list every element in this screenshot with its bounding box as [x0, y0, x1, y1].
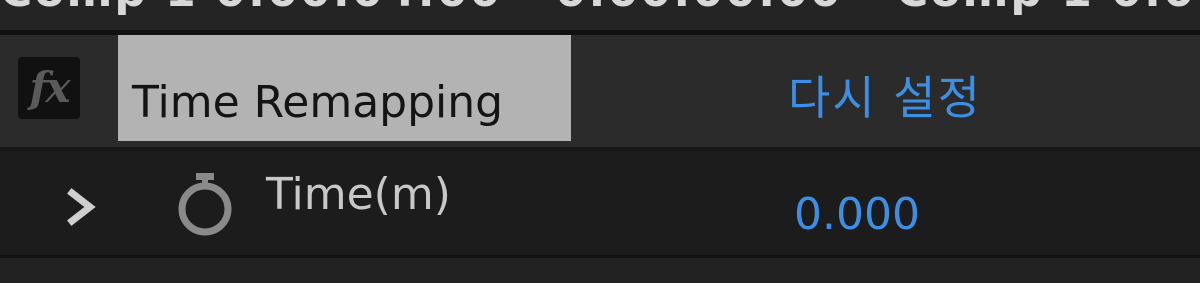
property-name-label: Time(m)	[266, 169, 451, 220]
top-header-strip: Comp 1 0:00:04:00 · 0:00:00:00 · Comp 1 …	[0, 0, 1200, 30]
property-row-time: Time(m) 0.000	[0, 151, 1200, 255]
fx-icon[interactable]: fx	[18, 57, 80, 119]
chevron-right-icon[interactable]	[64, 187, 98, 227]
header-text-cut-off: Comp 1 0:00:04:00 · 0:00:00:00 · Comp 1 …	[0, 0, 1200, 17]
effect-row-time-remapping[interactable]: fx Time Remapping 다시 설정	[0, 35, 1200, 147]
effect-controls-panel: Comp 1 0:00:04:00 · 0:00:00:00 · Comp 1 …	[0, 0, 1200, 283]
fx-icon-glyph: fx	[29, 63, 70, 112]
effect-name-label[interactable]: Time Remapping	[118, 35, 571, 141]
stopwatch-icon[interactable]	[172, 171, 238, 237]
empty-row	[0, 258, 1200, 283]
reset-link[interactable]: 다시 설정	[788, 75, 982, 121]
property-value-scrubber[interactable]: 0.000	[794, 193, 920, 237]
